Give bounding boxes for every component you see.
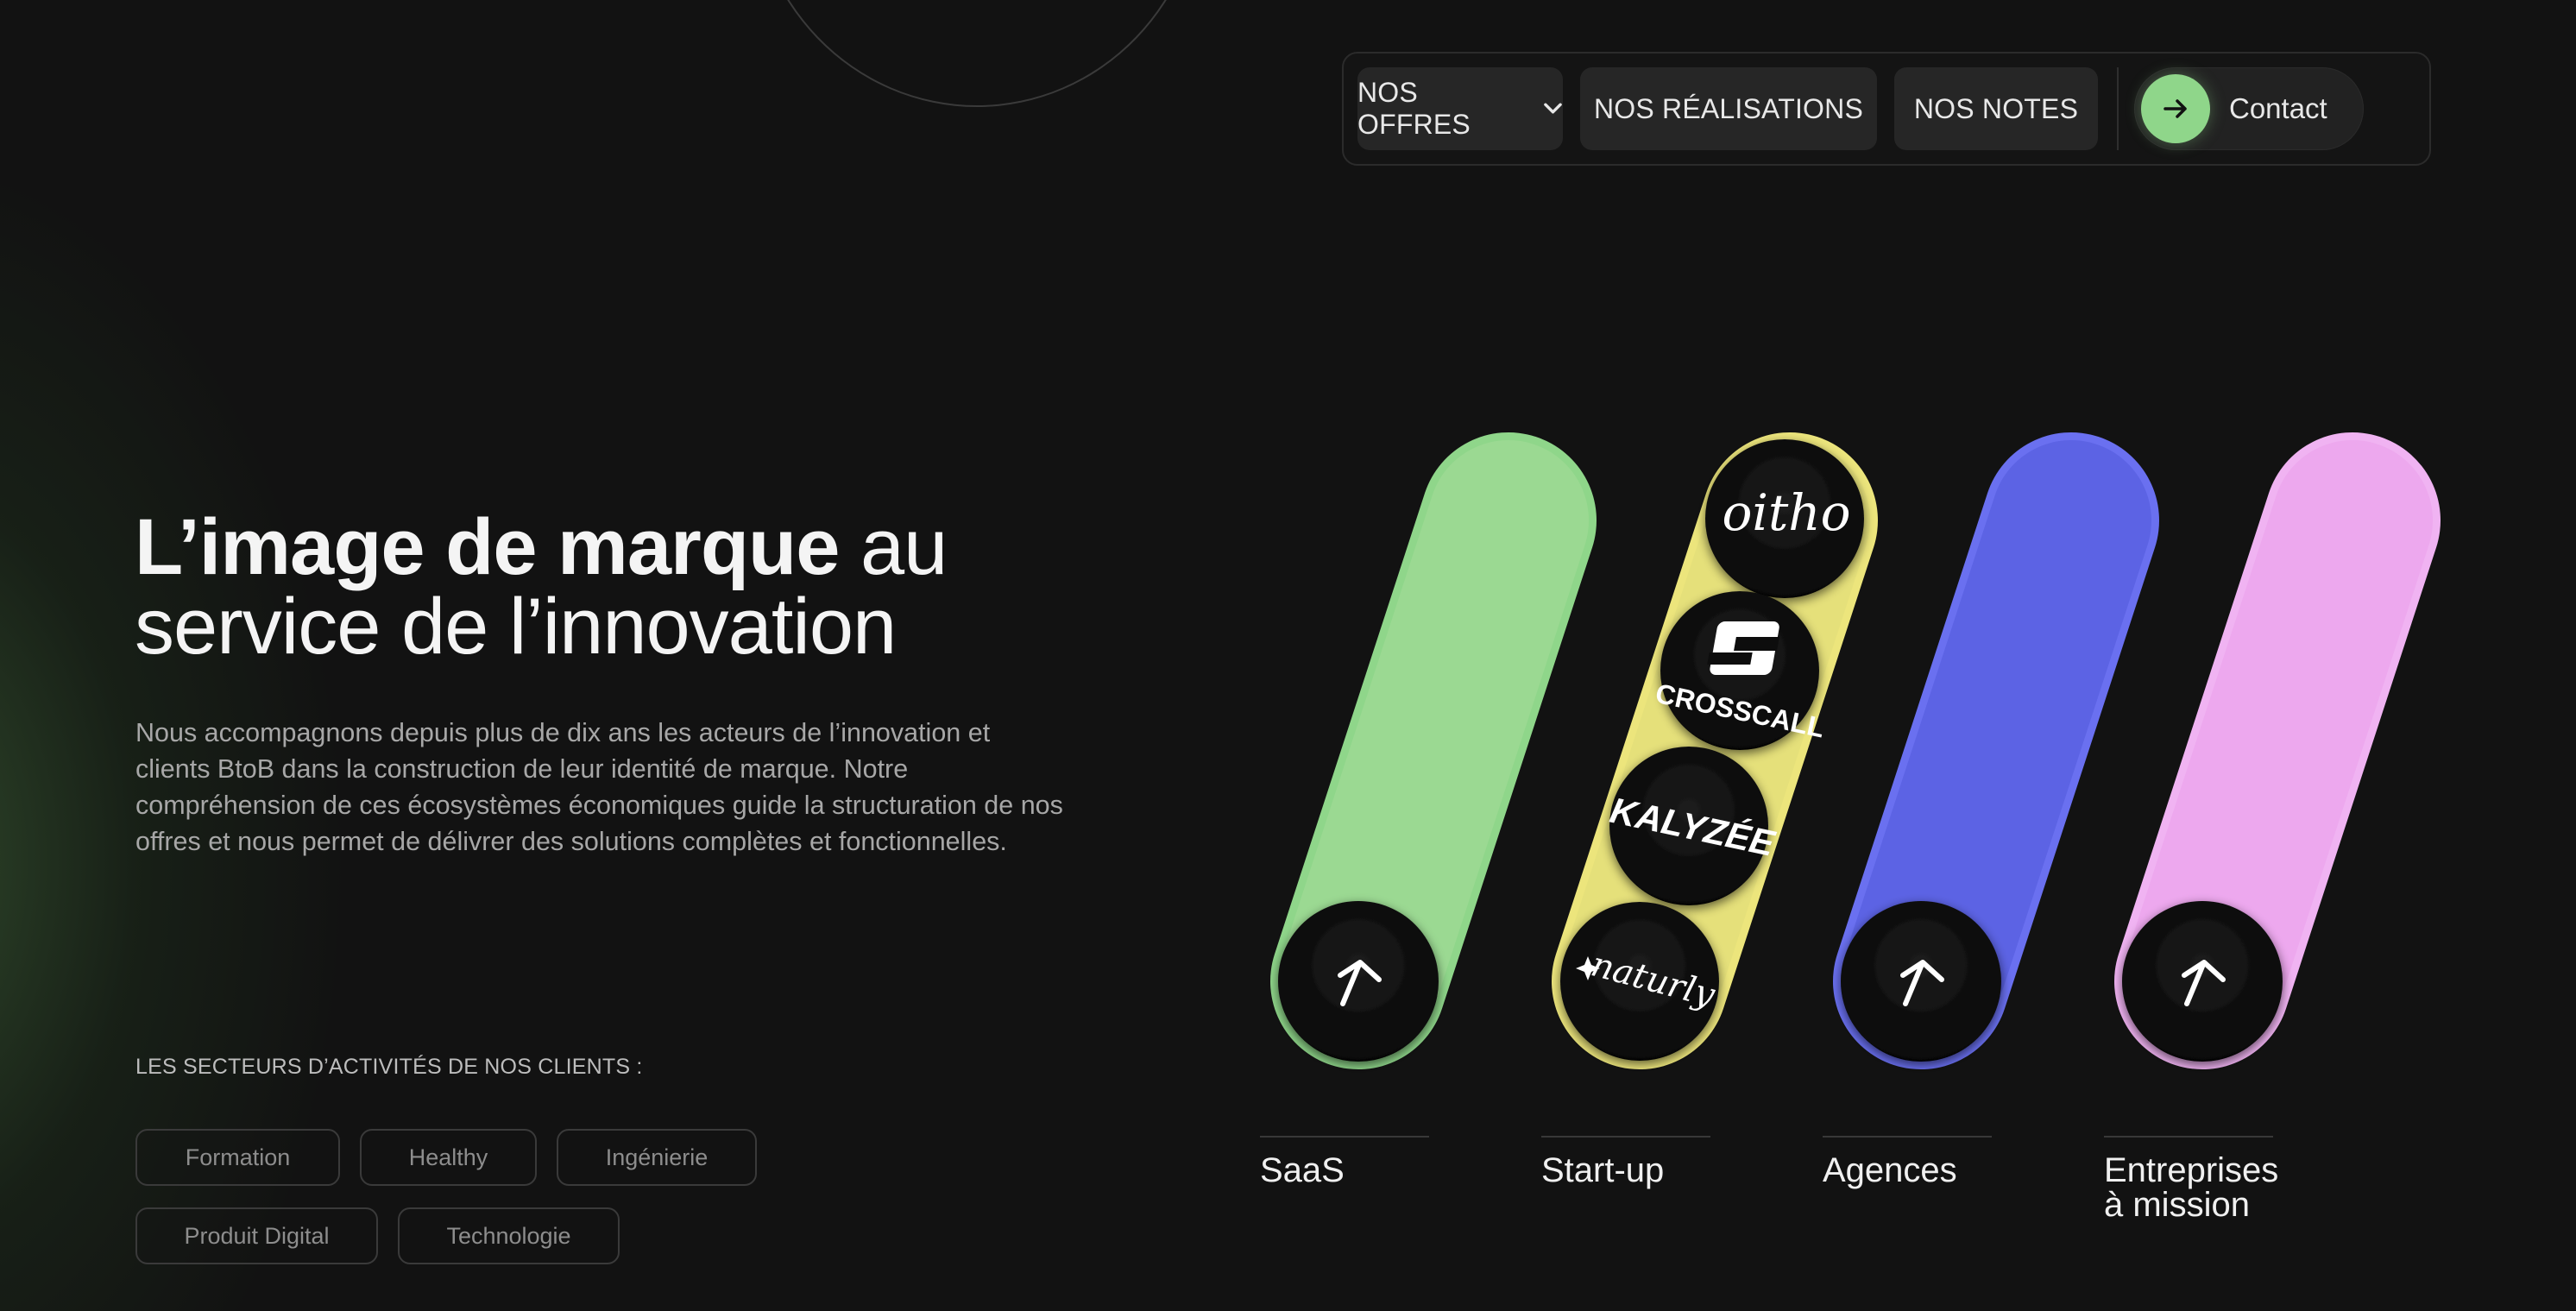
category-pills-graphic: oitho CROSSCALL KALYZÉE naturly [1270,432,2441,1069]
pill-startup[interactable]: oitho CROSSCALL KALYZÉE naturly [1552,432,1878,1069]
entreprises-arrow-circle[interactable] [2122,901,2283,1062]
startup-divider [1541,1136,1710,1138]
category-label-saas[interactable]: SaaS [1260,1153,1345,1188]
entreprises-divider [2104,1136,2273,1138]
pill-agences[interactable] [1833,432,2159,1069]
category-label-entreprises-line2: à mission [2104,1186,2250,1224]
saas-arrow-circle[interactable] [1278,901,1439,1062]
agences-divider [1823,1136,1992,1138]
agences-arrow-circle[interactable] [1841,901,2001,1062]
crosscall-mark-icon [1707,621,1779,675]
logo-oitho-text: oitho [1722,483,1850,542]
category-label-startup[interactable]: Start-up [1541,1153,1664,1188]
pill-entreprises[interactable] [2114,432,2441,1069]
pill-saas[interactable] [1270,432,1597,1069]
category-label-agences[interactable]: Agences [1823,1153,1957,1188]
category-label-entreprises[interactable]: Entreprises à mission [2104,1153,2278,1222]
category-label-entreprises-line1: Entreprises [2104,1151,2279,1189]
saas-divider [1260,1136,1429,1138]
